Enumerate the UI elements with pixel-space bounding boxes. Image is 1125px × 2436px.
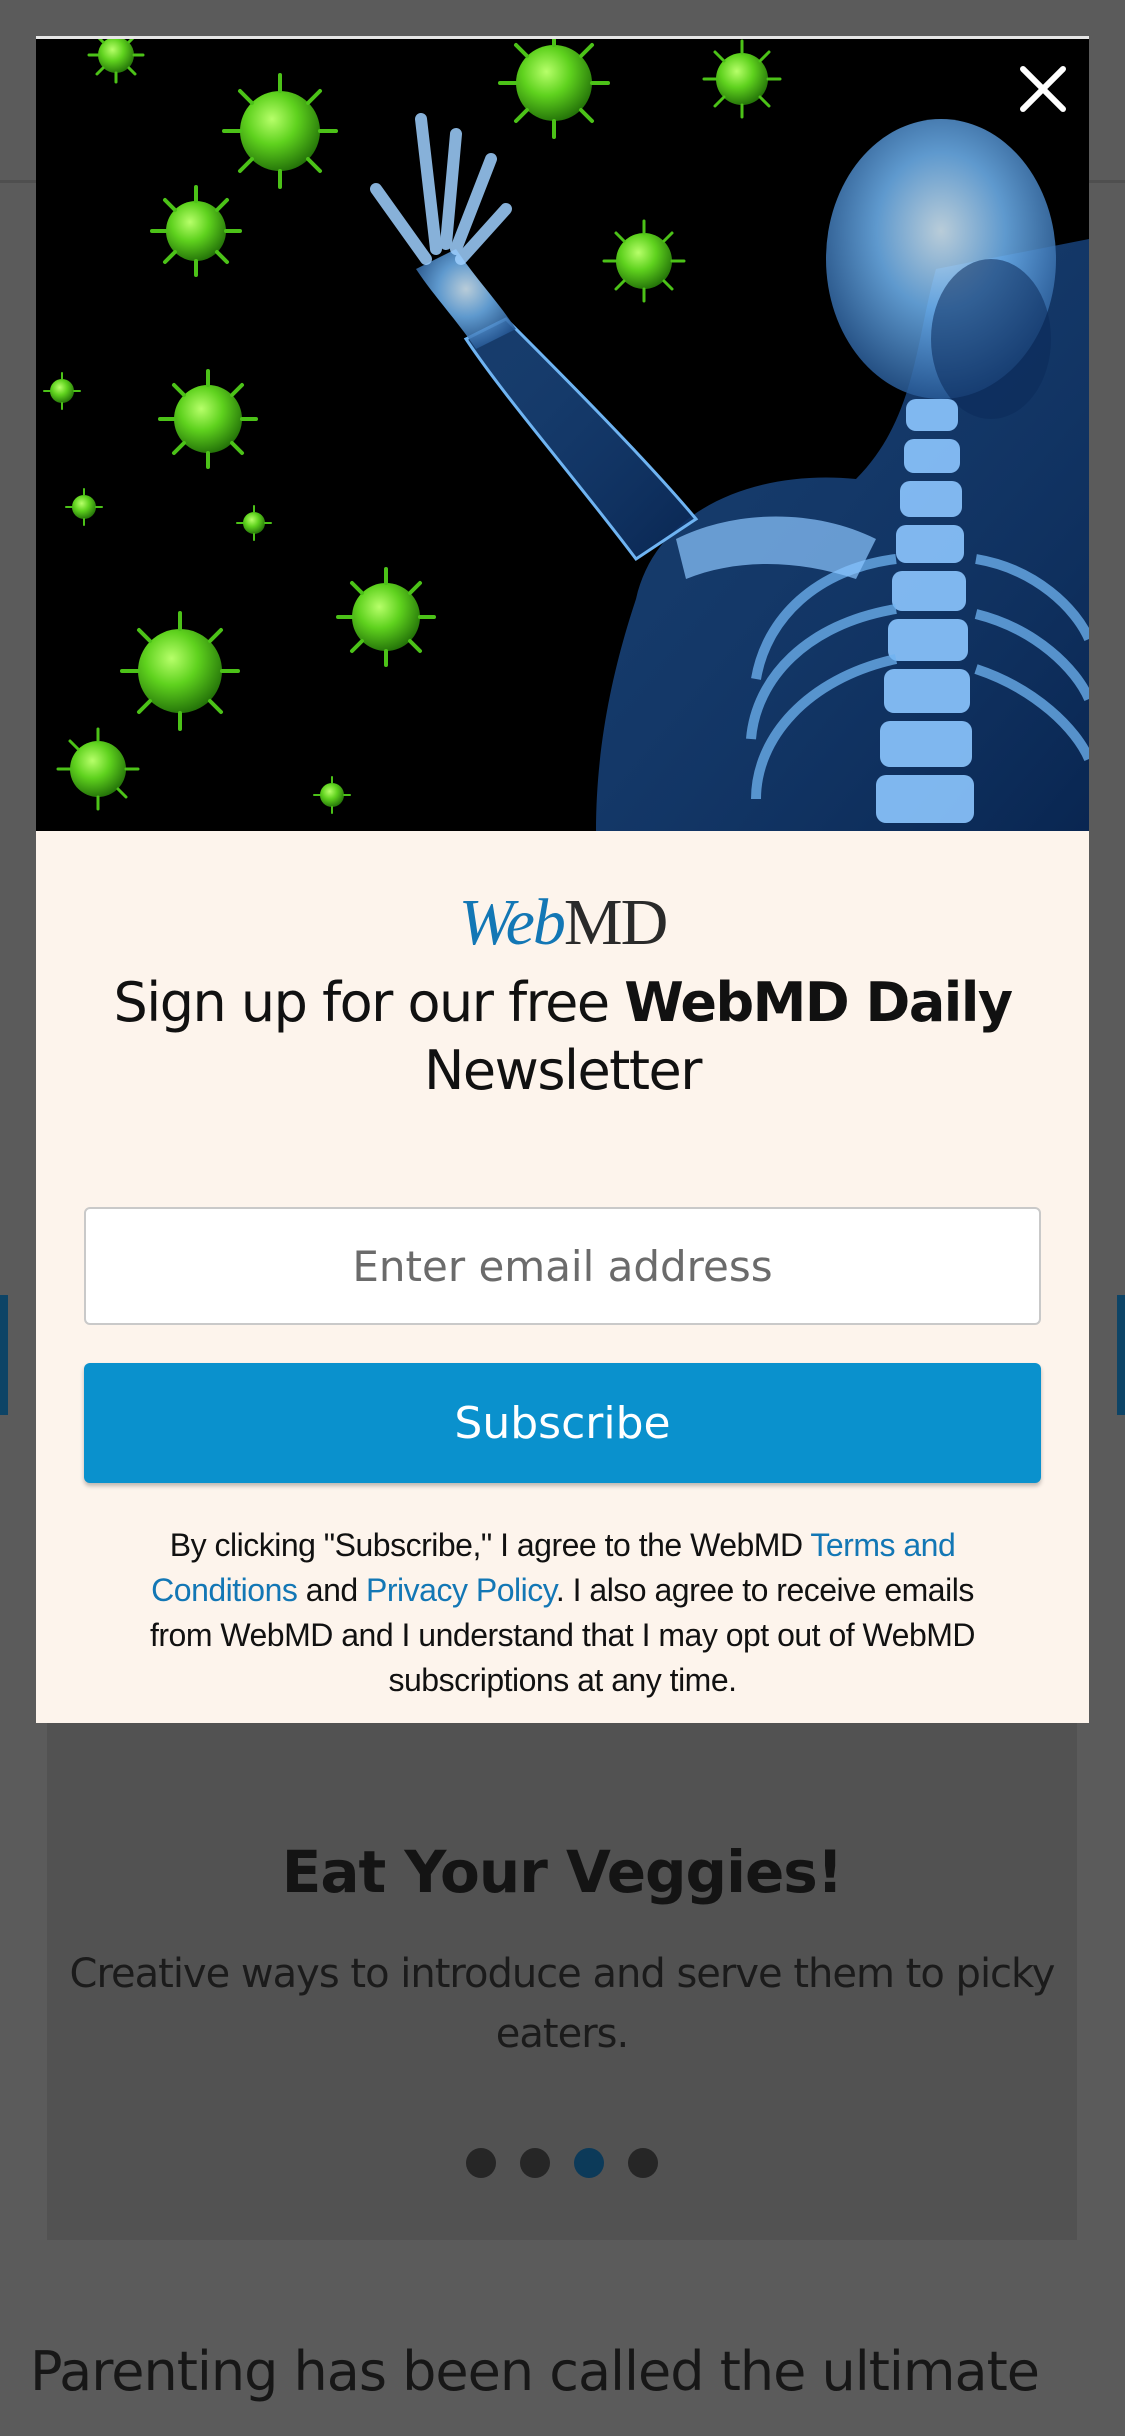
article-intro-text: Parenting has been called the ultimate xyxy=(30,2340,1040,2403)
legal-text-2: and xyxy=(297,1572,367,1608)
hero-image xyxy=(36,39,1089,831)
carousel-dot-1[interactable] xyxy=(466,2148,496,2178)
email-field[interactable] xyxy=(84,1207,1041,1325)
carousel-card[interactable]: Eat Your Veggies! Creative ways to intro… xyxy=(47,1700,1077,2240)
legal-text-1: By clicking "Subscribe," I agree to the … xyxy=(169,1527,811,1563)
virus-skeleton-illustration xyxy=(36,39,1089,831)
logo-md: MD xyxy=(563,886,668,959)
headline-bold: WebMD Daily xyxy=(624,971,1013,1034)
headline-suffix: Newsletter xyxy=(424,1039,702,1102)
background-button-edge-left xyxy=(0,1295,8,1415)
logo-web: Web xyxy=(458,886,566,959)
modal-body: WebMD Sign up for our free WebMD Daily N… xyxy=(36,831,1089,1723)
carousel-card-title: Eat Your Veggies! xyxy=(281,1838,844,1906)
newsletter-modal: WebMD Sign up for our free WebMD Daily N… xyxy=(36,36,1089,1723)
carousel-dot-2[interactable] xyxy=(520,2148,550,2178)
webmd-logo: WebMD xyxy=(36,881,1089,963)
legal-disclaimer: By clicking "Subscribe," I agree to the … xyxy=(136,1523,989,1703)
headline-prefix: Sign up for our free xyxy=(113,971,625,1034)
carousel-card-description: Creative ways to introduce and serve the… xyxy=(69,1951,1056,2057)
newsletter-headline: Sign up for our free WebMD Daily Newslet… xyxy=(56,969,1069,1105)
subscribe-button[interactable]: Subscribe xyxy=(84,1363,1041,1483)
carousel-pagination xyxy=(47,2148,1077,2178)
privacy-link[interactable]: Privacy Policy xyxy=(366,1572,556,1608)
carousel-dot-4[interactable] xyxy=(628,2148,658,2178)
carousel-dot-3-active[interactable] xyxy=(574,2148,604,2178)
background-button-edge-right xyxy=(1117,1295,1125,1415)
close-icon[interactable] xyxy=(1015,61,1071,117)
